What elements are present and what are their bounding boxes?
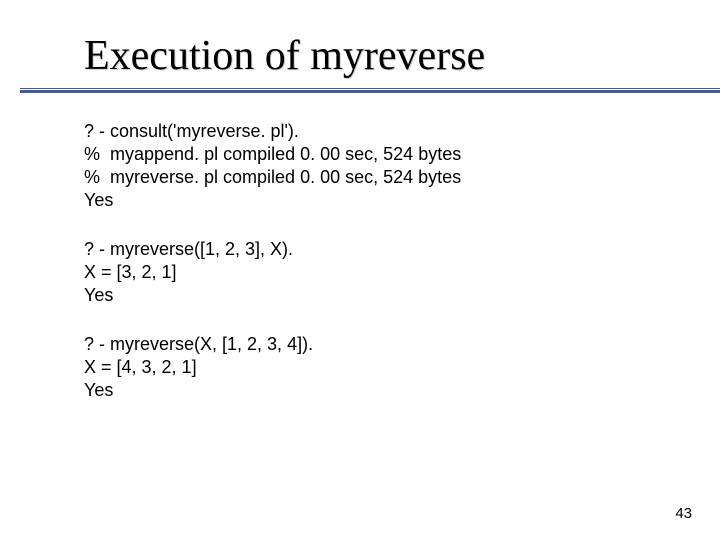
code-line: Yes bbox=[84, 379, 720, 402]
code-line: Yes bbox=[84, 284, 720, 307]
code-line: ? - myreverse(X, [1, 2, 3, 4]). bbox=[84, 333, 720, 356]
code-block: ? - myreverse(X, [1, 2, 3, 4]). X = [4, … bbox=[84, 333, 720, 402]
title-container: Execution of myreverse bbox=[84, 32, 720, 88]
slide: Execution of myreverse ? - consult('myre… bbox=[0, 0, 720, 540]
page-number: 43 bbox=[675, 505, 692, 522]
code-line: ? - myreverse([1, 2, 3], X). bbox=[84, 238, 720, 261]
slide-body: ? - consult('myreverse. pl'). % myappend… bbox=[84, 120, 720, 402]
code-line: X = [3, 2, 1] bbox=[84, 261, 720, 284]
code-line: Yes bbox=[84, 189, 720, 212]
title-underline bbox=[20, 88, 720, 92]
code-line: X = [4, 3, 2, 1] bbox=[84, 356, 720, 379]
code-line: ? - consult('myreverse. pl'). bbox=[84, 120, 720, 143]
slide-title: Execution of myreverse bbox=[84, 32, 720, 80]
code-block: ? - myreverse([1, 2, 3], X). X = [3, 2, … bbox=[84, 238, 720, 307]
code-line: % myappend. pl compiled 0. 00 sec, 524 b… bbox=[84, 143, 720, 166]
code-line: % myreverse. pl compiled 0. 00 sec, 524 … bbox=[84, 166, 720, 189]
code-block: ? - consult('myreverse. pl'). % myappend… bbox=[84, 120, 720, 212]
